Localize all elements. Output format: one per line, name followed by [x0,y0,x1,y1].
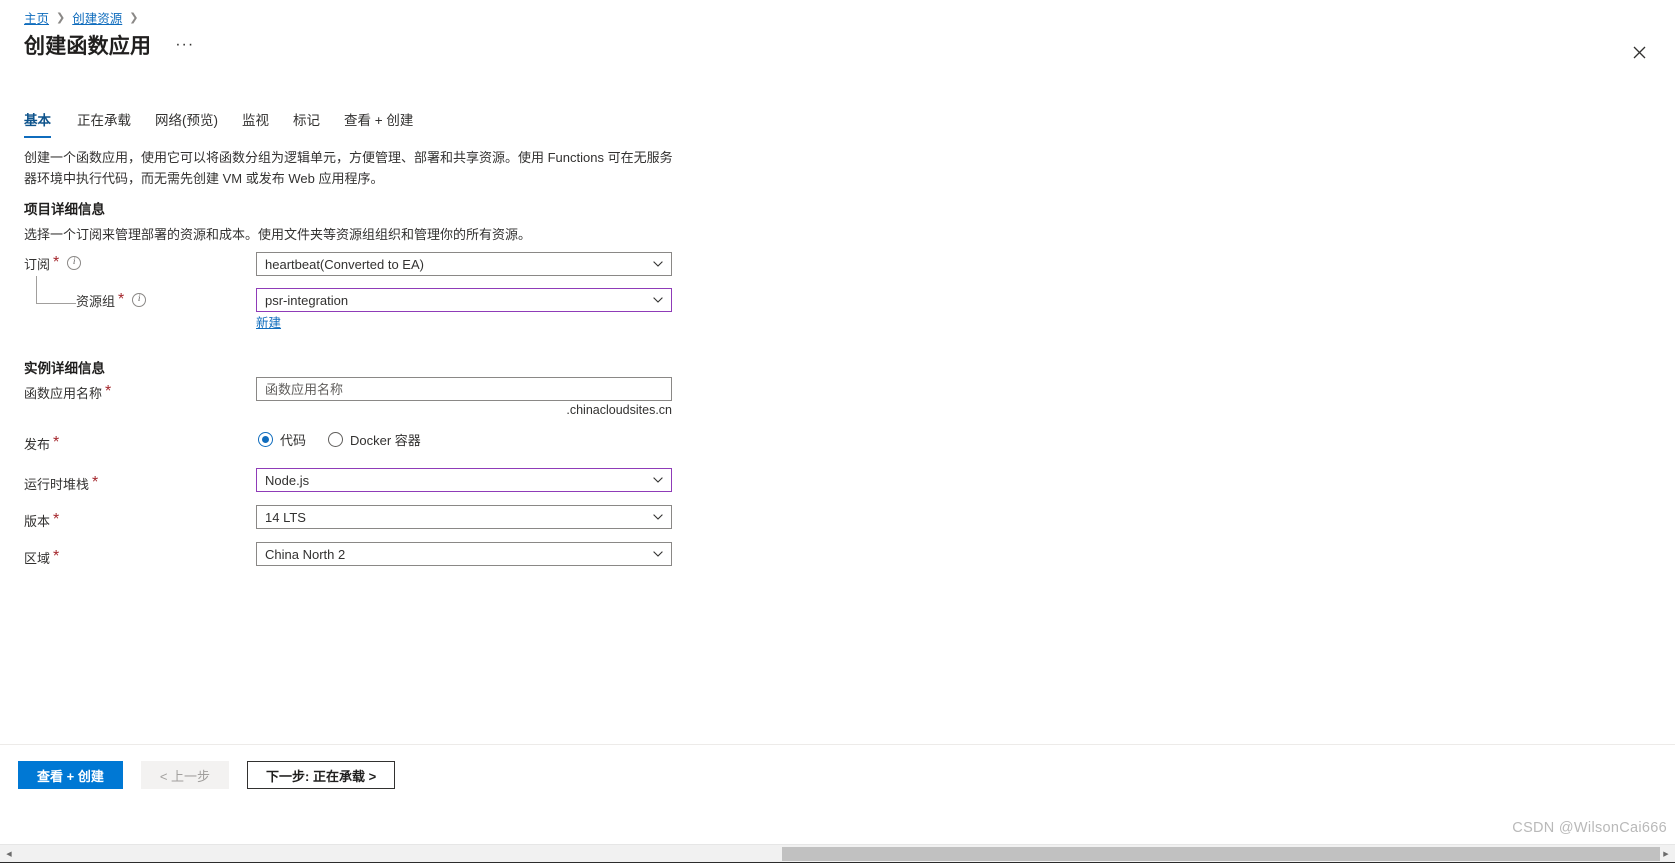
tab-tags[interactable]: 标记 [281,112,332,138]
field-row-region: 区域 * [24,546,59,568]
scroll-left-arrow-icon[interactable]: ◀ [2,845,16,863]
tab-tags-label: 标记 [293,113,320,128]
info-icon[interactable]: i [132,293,147,307]
breadcrumb-item-create-resource[interactable]: 创建资源 [72,8,122,27]
region-required-marker: * [53,548,60,565]
app-name-input[interactable] [256,377,672,401]
watermark: CSDN @WilsonCai666 [1512,820,1667,836]
radio-selected-icon [258,431,273,447]
section-subtext-project-details: 选择一个订阅来管理部署的资源和成本。使用文件夹等资源组组织和管理你的所有资源。 [24,227,532,242]
runtime-stack-value: Node.js [265,472,310,488]
field-row-publish: 发布 * [24,432,59,454]
horizontal-scrollbar[interactable]: ◀ ▶ [0,844,1675,862]
window-bottom-edge [0,862,1675,867]
scroll-right-arrow-icon[interactable]: ▶ [1659,845,1673,863]
field-row-resource-group: 资源组 * i [76,289,147,311]
tab-monitoring-label: 监视 [242,113,269,128]
tab-networking-label: 网络(预览) [155,113,218,128]
subscription-value: heartbeat(Converted to EA) [265,256,424,272]
breadcrumb-item-home[interactable]: 主页 [24,8,49,27]
previous-button: < 上一步 [140,761,230,789]
publish-option-docker-label: Docker 容器 [350,432,421,448]
tab-basics[interactable]: 基本 [24,112,65,138]
subscription-dropdown[interactable]: heartbeat(Converted to EA) [256,252,672,276]
tab-basics-label: 基本 [24,113,51,128]
create-function-app-blade: 主页 ❯ 创建资源 ❯ 创建函数应用 ··· 基本 正在承载 网络(预览) 监视… [0,0,1675,844]
more-options-button[interactable]: ··· [169,37,200,53]
blade-footer: 查看 + 创建 < 上一步 下一步: 正在承载 > [0,744,1675,844]
region-value: China North 2 [265,546,346,562]
section-title-instance-details: 实例详细信息 [24,361,105,376]
field-row-version: 版本 * [24,509,59,531]
publish-option-docker[interactable]: Docker 容器 [328,430,421,449]
app-name-domain-suffix: .chinacloudsites.cn [566,403,672,417]
chevron-down-icon [653,295,663,305]
app-name-input-wrapper[interactable] [256,377,672,401]
breadcrumb-separator-icon-2: ❯ [129,11,139,24]
tab-monitoring[interactable]: 监视 [230,112,281,138]
chevron-down-icon [653,475,663,485]
info-icon[interactable]: i [67,256,82,270]
close-blade-button[interactable] [1623,36,1655,68]
create-new-resource-group-link[interactable]: 新建 [256,312,281,331]
field-row-app-name: 函数应用名称 * [24,381,111,403]
tab-review-create-label: 查看 + 创建 [344,113,414,128]
version-required-marker: * [53,511,60,528]
wizard-tabs: 基本 正在承载 网络(预览) 监视 标记 查看 + 创建 [24,108,425,138]
resource-group-required-marker: * [118,291,125,308]
app-name-label: 函数应用名称 [24,385,103,401]
blade-description: 创建一个函数应用，使用它可以将函数分组为逻辑单元，方便管理、部署和共享资源。使用… [24,150,673,186]
scrollbar-thumb[interactable] [782,847,1660,861]
runtime-stack-label: 运行时堆栈 [24,476,90,492]
resource-group-dropdown[interactable]: psr-integration [256,288,672,312]
version-label: 版本 [24,513,51,529]
app-name-required-marker: * [105,383,112,400]
resource-group-label: 资源组 [76,293,116,309]
close-icon [1633,46,1645,58]
publish-required-marker: * [53,434,60,451]
publish-radio-group: 代码 Docker 容器 [258,428,421,450]
page-title: 创建函数应用 [24,35,152,58]
breadcrumb: 主页 ❯ 创建资源 ❯ [24,8,138,26]
subscription-label: 订阅 [24,256,51,272]
publish-option-code[interactable]: 代码 [258,430,306,449]
section-title-project-details: 项目详细信息 [24,202,105,217]
region-dropdown[interactable]: China North 2 [256,542,672,566]
version-dropdown[interactable]: 14 LTS [256,505,672,529]
tab-review-create[interactable]: 查看 + 创建 [332,112,425,138]
chevron-down-icon [653,512,663,522]
tab-hosting[interactable]: 正在承载 [65,112,143,138]
region-label: 区域 [24,550,51,566]
chevron-down-icon [653,259,663,269]
tree-connector [36,276,76,304]
runtime-stack-required-marker: * [92,474,99,491]
wizard-button-bar: 查看 + 创建 < 上一步 下一步: 正在承载 > [18,761,396,789]
title-row: 创建函数应用 ··· [24,30,200,60]
publish-option-code-label: 代码 [280,432,307,448]
field-row-runtime-stack: 运行时堆栈 * [24,472,98,494]
publish-label: 发布 [24,436,51,452]
field-row-subscription: 订阅 * i [24,252,82,274]
tab-hosting-label: 正在承载 [77,113,131,128]
runtime-stack-dropdown[interactable]: Node.js [256,468,672,492]
review-create-button[interactable]: 查看 + 创建 [18,761,123,789]
next-button[interactable]: 下一步: 正在承载 > [247,761,396,789]
subscription-required-marker: * [53,254,60,271]
breadcrumb-separator-icon: ❯ [56,11,66,24]
chevron-down-icon [653,549,663,559]
resource-group-value: psr-integration [265,292,349,308]
tab-networking[interactable]: 网络(预览) [143,112,230,138]
version-value: 14 LTS [265,509,306,525]
radio-unselected-icon [328,431,344,447]
